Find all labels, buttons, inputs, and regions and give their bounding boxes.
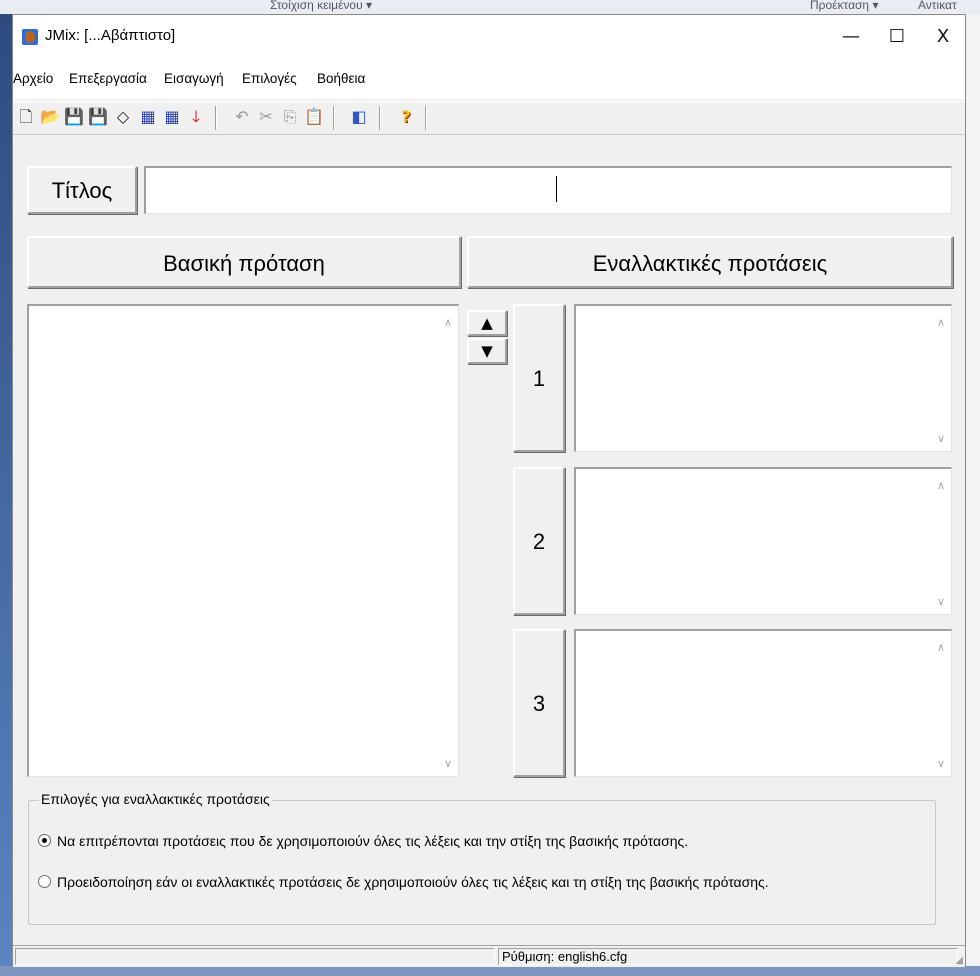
open-folder-icon[interactable]: 📂 bbox=[39, 106, 61, 128]
scroll-down-icon[interactable]: ∨ bbox=[937, 757, 945, 770]
options-legend: Επιλογές για εναλλακτικές προτάσεις bbox=[39, 791, 272, 807]
help-icon[interactable]: ? bbox=[395, 106, 417, 128]
scroll-up-icon[interactable]: ∧ bbox=[444, 316, 452, 329]
close-button[interactable]: X bbox=[920, 15, 966, 59]
jmix-window: JMix: [...Αβάπτιστο] — ☐ X Αρχείο Επεξερ… bbox=[12, 14, 966, 967]
main-sentence-header-label: Βασική πρόταση bbox=[163, 251, 325, 276]
radio-unchecked-icon[interactable] bbox=[38, 875, 51, 888]
move-down-icon: ▼ bbox=[481, 342, 493, 360]
save-icon[interactable]: 💾 bbox=[63, 106, 85, 128]
text-caret bbox=[556, 176, 557, 202]
scroll-up-icon[interactable]: ∧ bbox=[937, 641, 945, 654]
down-arrow-red-icon[interactable]: 🡓 bbox=[185, 106, 207, 128]
menu-insert[interactable]: Εισαγωγή bbox=[164, 71, 224, 86]
toolbar-separator bbox=[425, 106, 427, 130]
alternatives-header[interactable]: Εναλλακτικές προτάσεις bbox=[467, 236, 953, 288]
move-up-button[interactable]: ▲ bbox=[467, 310, 507, 336]
paste-icon[interactable]: 📋 bbox=[303, 106, 325, 128]
copy-icon[interactable]: ⎘ bbox=[279, 106, 301, 128]
move-down-button[interactable]: ▼ bbox=[467, 338, 507, 364]
configure-icon[interactable]: ◧ bbox=[348, 106, 370, 128]
toolbar-separator bbox=[333, 106, 335, 130]
toolbar-separator bbox=[215, 106, 217, 130]
menu-file[interactable]: Αρχείο bbox=[13, 71, 53, 86]
resize-grip-icon[interactable]: ◢ bbox=[955, 955, 963, 966]
maximize-button[interactable]: ☐ bbox=[874, 15, 920, 59]
menu-help[interactable]: Βοήθεια bbox=[317, 71, 365, 86]
main-sentence-header[interactable]: Βασική πρόταση bbox=[27, 236, 461, 288]
eraser-icon[interactable]: ◇ bbox=[112, 106, 134, 128]
background-app-ribbon: Στοίχιση κειμένου ▾ Προέκταση ▾ Αντικατ bbox=[0, 0, 980, 14]
alternative-number-button[interactable]: 2 bbox=[513, 467, 565, 615]
alternative-textarea[interactable]: ∧ ∨ bbox=[574, 629, 952, 777]
scroll-down-icon[interactable]: ∨ bbox=[937, 432, 945, 445]
background-text: Προέκταση ▾ bbox=[810, 0, 879, 12]
alternative-number: 1 bbox=[532, 366, 546, 391]
cut-icon[interactable]: ✂ bbox=[255, 106, 277, 128]
radio-checked-icon[interactable] bbox=[38, 834, 51, 847]
status-config: Ρύθμιση: english6.cfg bbox=[498, 948, 958, 965]
title-button[interactable]: Τίτλος bbox=[27, 166, 137, 214]
undo-icon[interactable]: ↶ bbox=[231, 106, 253, 128]
alternative-number-button[interactable]: 1 bbox=[513, 304, 565, 452]
warn-partial-label: Προειδοποίηση εάν οι εναλλακτικές προτάσ… bbox=[57, 874, 769, 890]
alternatives-options-group: Επιλογές για εναλλακτικές προτάσεις Να ε… bbox=[28, 791, 936, 925]
allow-partial-label: Να επιτρέπονται προτάσεις που δε χρησιμο… bbox=[57, 833, 689, 849]
scroll-down-icon[interactable]: ∨ bbox=[444, 757, 452, 770]
scroll-up-icon[interactable]: ∧ bbox=[937, 479, 945, 492]
alternative-number: 2 bbox=[532, 529, 546, 554]
warn-partial-radio[interactable]: Προειδοποίηση εάν οι εναλλακτικές προτάσ… bbox=[38, 874, 769, 890]
save-as-icon[interactable]: 💾 bbox=[87, 106, 109, 128]
background-desktop-bottom bbox=[0, 966, 980, 976]
background-text: Αντικατ bbox=[918, 0, 957, 12]
background-desktop-right bbox=[966, 14, 980, 976]
create-web-page-icon[interactable]: ▦ bbox=[137, 106, 159, 128]
toolbar: 🗋 📂 💾 💾 ◇ ▦ ▦ 🡓 ↶ ✂ ⎘ 📋 ◧ ? bbox=[13, 101, 965, 135]
scroll-up-icon[interactable]: ∧ bbox=[937, 316, 945, 329]
alternative-number-button[interactable]: 3 bbox=[513, 629, 565, 777]
create-web-page-alt-icon[interactable]: ▦ bbox=[161, 106, 183, 128]
background-desktop-left bbox=[0, 14, 12, 976]
title-bar[interactable]: JMix: [...Αβάπτιστο] — ☐ X bbox=[13, 15, 965, 59]
toolbar-separator bbox=[379, 106, 381, 130]
alternative-textarea[interactable]: ∧ ∨ bbox=[574, 304, 952, 452]
menu-options[interactable]: Επιλογές bbox=[242, 71, 297, 86]
title-input[interactable] bbox=[144, 166, 952, 214]
new-file-icon[interactable]: 🗋 bbox=[15, 106, 37, 128]
status-bar: Ρύθμιση: english6.cfg ◢ bbox=[13, 945, 965, 967]
status-pane-left bbox=[15, 948, 495, 965]
alternative-number: 3 bbox=[532, 691, 546, 716]
alternatives-header-label: Εναλλακτικές προτάσεις bbox=[592, 251, 828, 276]
allow-partial-radio[interactable]: Να επιτρέπονται προτάσεις που δε χρησιμο… bbox=[38, 833, 688, 849]
app-icon[interactable] bbox=[22, 29, 38, 45]
window-title: JMix: [...Αβάπτιστο] bbox=[45, 27, 176, 44]
title-label: Τίτλος bbox=[51, 178, 113, 203]
alternative-textarea[interactable]: ∧ ∨ bbox=[574, 467, 952, 615]
menu-bar: Αρχείο Επεξεργασία Εισαγωγή Επιλογές Βοή… bbox=[13, 59, 965, 99]
background-text: Στοίχιση κειμένου ▾ bbox=[270, 0, 373, 12]
menu-edit[interactable]: Επεξεργασία bbox=[69, 71, 147, 86]
minimize-button[interactable]: — bbox=[828, 15, 874, 59]
move-up-icon: ▲ bbox=[481, 314, 493, 332]
main-sentence-textarea[interactable]: ∧ ∨ bbox=[27, 304, 459, 777]
scroll-down-icon[interactable]: ∨ bbox=[937, 595, 945, 608]
